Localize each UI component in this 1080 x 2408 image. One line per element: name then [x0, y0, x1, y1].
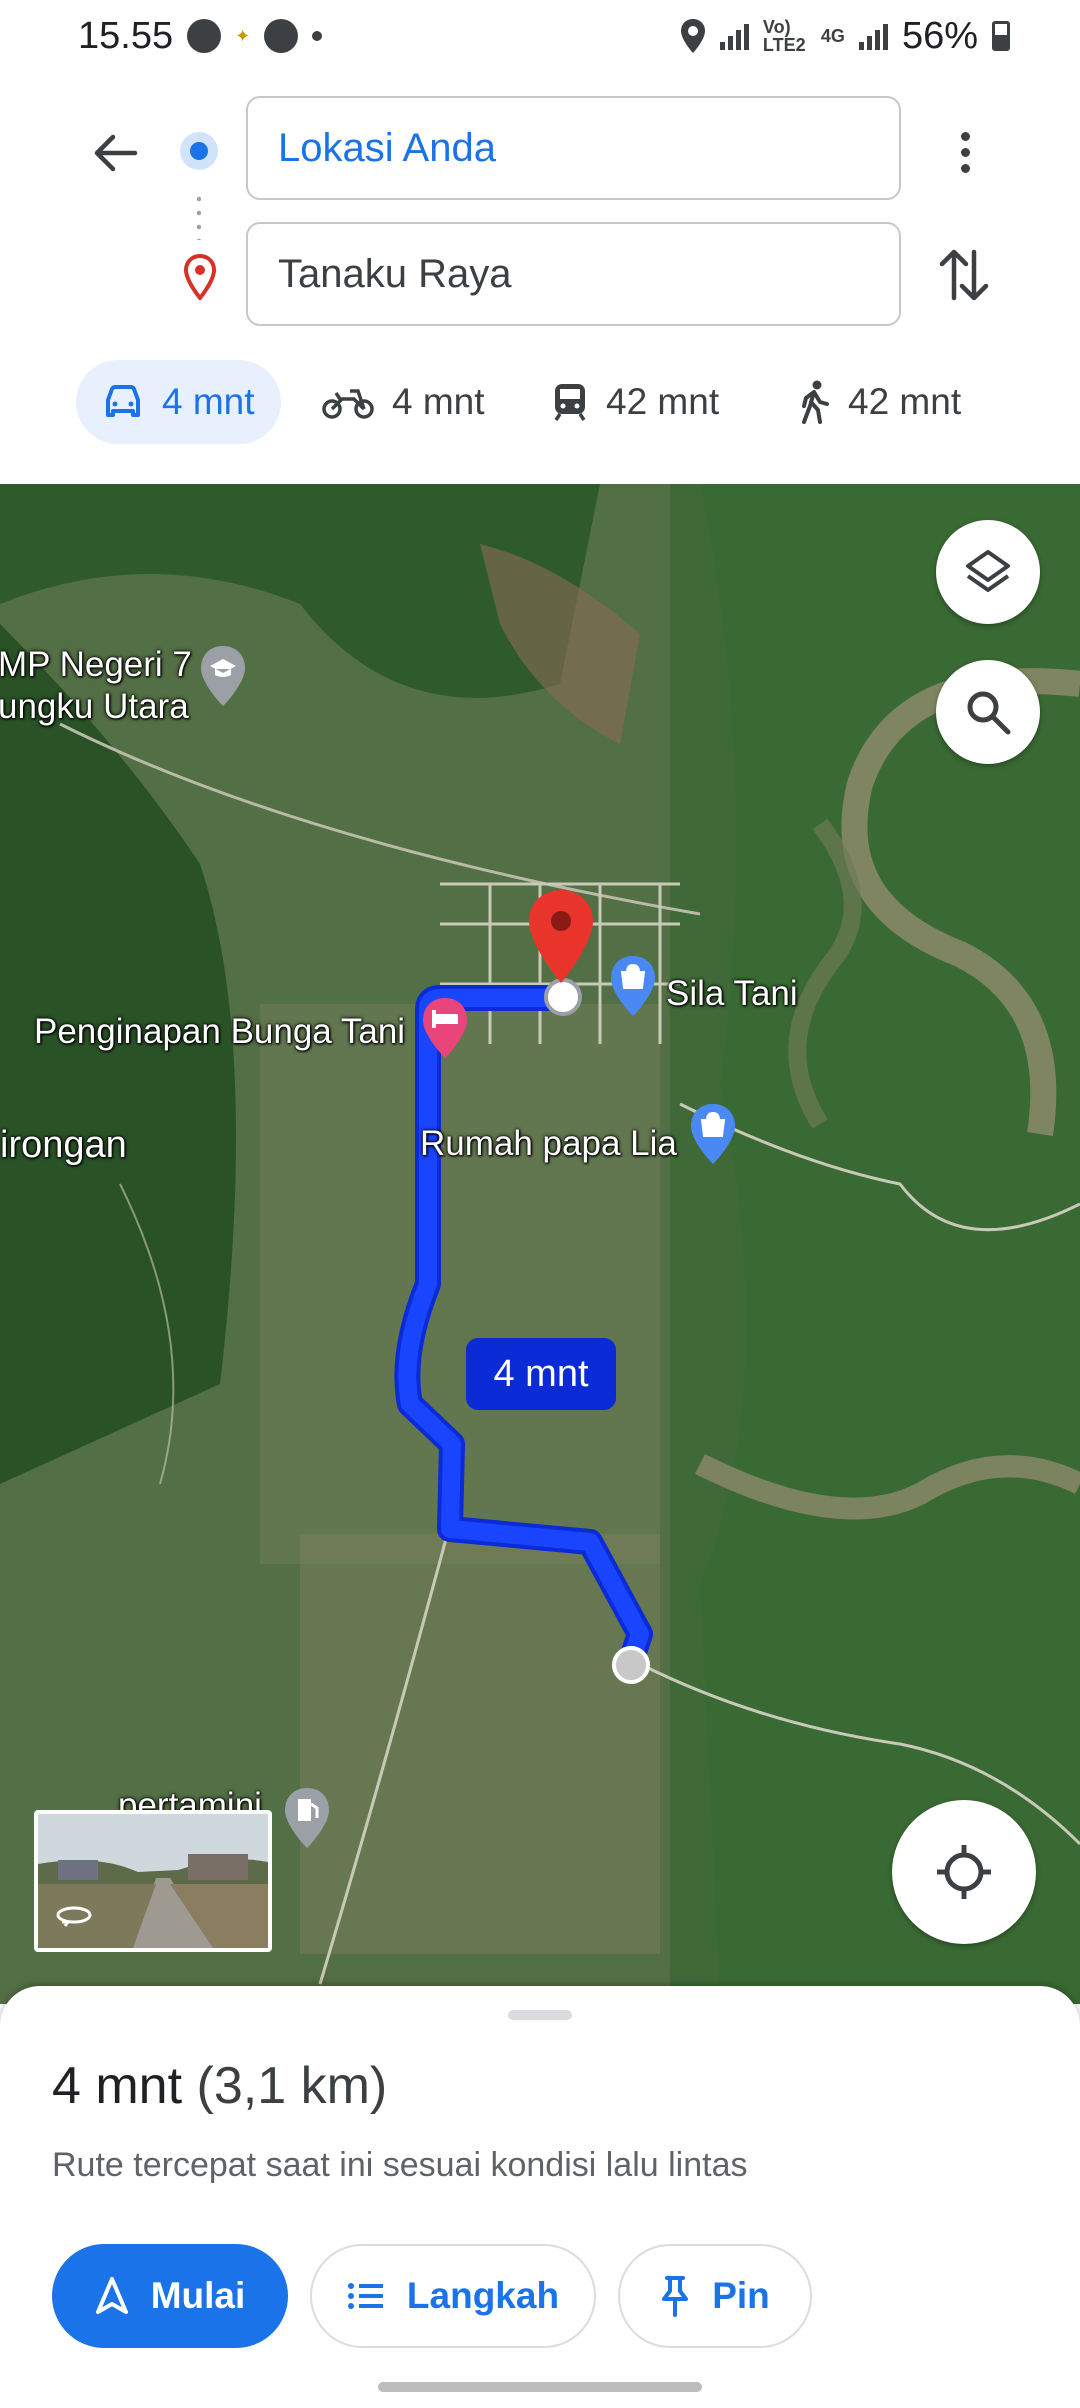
destination-pin-icon — [183, 254, 217, 300]
school-poi-icon[interactable] — [198, 644, 248, 708]
school-label: MP Negeri 7 ungku Utara — [0, 645, 192, 726]
navigation-arrow-icon — [95, 2277, 128, 2314]
route-description: Rute tercepat saat ini sesuai kondisi la… — [52, 2146, 748, 2184]
rotate-360-icon — [56, 1906, 92, 1927]
messenger-icon — [264, 19, 299, 53]
route-distance: (3,1 km) — [196, 2057, 388, 2115]
destination-input[interactable]: Tanaku Raya — [246, 222, 901, 326]
search-icon — [967, 691, 1011, 735]
signal-icon — [719, 22, 749, 50]
steps-button[interactable]: Langkah — [310, 2244, 596, 2348]
app-notification-icon: ✦ — [235, 26, 251, 46]
route-summary: 4 mnt (3,1 km) — [52, 2056, 387, 2116]
sheet-drag-handle[interactable] — [508, 2010, 572, 2020]
transit-icon — [554, 384, 586, 421]
tab-driving-label: 4 mnt — [162, 381, 255, 422]
volte-label: Vo) LTE2 — [762, 17, 806, 55]
route-summary-sheet: 4 mnt (3,1 km) Rute tercepat saat ini se… — [0, 1986, 1080, 2408]
more-notifications-icon — [312, 31, 323, 41]
layers-button[interactable] — [936, 520, 1040, 624]
more-options-button[interactable] — [940, 122, 990, 182]
tab-transit[interactable]: 42 mnt — [552, 360, 719, 444]
map-view[interactable]: 4 mnt MP Negeri 7 ungku Utara Penginapan… — [0, 484, 1080, 2004]
pin-label: Pin — [712, 2275, 770, 2316]
directions-header: Lokasi Anda Tanaku Raya 4 mnt 4 mnt 42 m… — [0, 72, 1080, 484]
route-duration-bubble[interactable]: 4 mnt — [466, 1338, 616, 1410]
tab-walking[interactable]: 42 mnt — [800, 360, 961, 444]
arrow-back-icon — [94, 134, 138, 172]
system-gesture-bar[interactable] — [378, 2382, 702, 2392]
walk-icon — [802, 380, 829, 424]
car-icon — [106, 385, 140, 417]
shop-poi-icon[interactable] — [688, 1102, 738, 1166]
status-bar: 15.55 ✦ Vo) LTE2 4G 56% — [0, 0, 1080, 72]
start-label: Mulai — [150, 2275, 246, 2316]
shop-label-rumah-papa-lia: Rumah papa Lia — [420, 1124, 677, 1163]
lodging-label: Penginapan Bunga Tani — [34, 1012, 406, 1051]
tab-motorcycle-label: 4 mnt — [392, 381, 485, 422]
search-button[interactable] — [936, 660, 1040, 764]
swap-directions-button[interactable] — [934, 240, 994, 310]
messenger-icon — [187, 19, 222, 53]
motorcycle-icon — [322, 389, 374, 419]
area-label: irongan — [0, 1124, 127, 1166]
steps-label: Langkah — [406, 2275, 560, 2316]
shop-label-sila-tani: Sila Tani — [666, 974, 798, 1013]
travel-mode-tabs: 4 mnt 4 mnt 42 mnt 42 mnt — [0, 360, 1080, 444]
network-type-label: 4G — [820, 26, 845, 46]
destination-map-pin-icon[interactable] — [526, 888, 596, 988]
battery-percent: 56% — [901, 14, 978, 57]
tab-transit-label: 42 mnt — [606, 381, 720, 422]
route-end-marker — [612, 1646, 650, 1684]
tab-driving[interactable]: 4 mnt — [76, 360, 281, 444]
route-duration: 4 mnt — [52, 2057, 183, 2115]
back-button[interactable] — [80, 118, 150, 188]
signal-icon — [858, 22, 888, 50]
lodging-poi-icon[interactable] — [420, 996, 470, 1060]
status-time: 15.55 — [78, 14, 174, 57]
origin-input[interactable]: Lokasi Anda — [246, 96, 901, 200]
route-connector — [197, 192, 201, 240]
pushpin-icon — [662, 2276, 689, 2317]
street-view-thumbnail[interactable] — [34, 1810, 272, 1952]
pin-button[interactable]: Pin — [618, 2244, 812, 2348]
list-icon — [347, 2283, 383, 2309]
shop-poi-icon[interactable] — [608, 954, 658, 1018]
layers-icon — [966, 550, 1010, 592]
my-location-button[interactable] — [892, 1800, 1036, 1944]
battery-icon — [992, 21, 1010, 51]
tab-motorcycle[interactable]: 4 mnt — [322, 360, 485, 444]
crosshair-icon — [937, 1845, 991, 1899]
fuel-poi-icon[interactable] — [282, 1786, 332, 1850]
start-navigation-button[interactable]: Mulai — [52, 2244, 288, 2348]
location-icon — [680, 19, 705, 53]
tab-walking-label: 42 mnt — [848, 381, 962, 422]
origin-dot-icon — [180, 132, 218, 170]
